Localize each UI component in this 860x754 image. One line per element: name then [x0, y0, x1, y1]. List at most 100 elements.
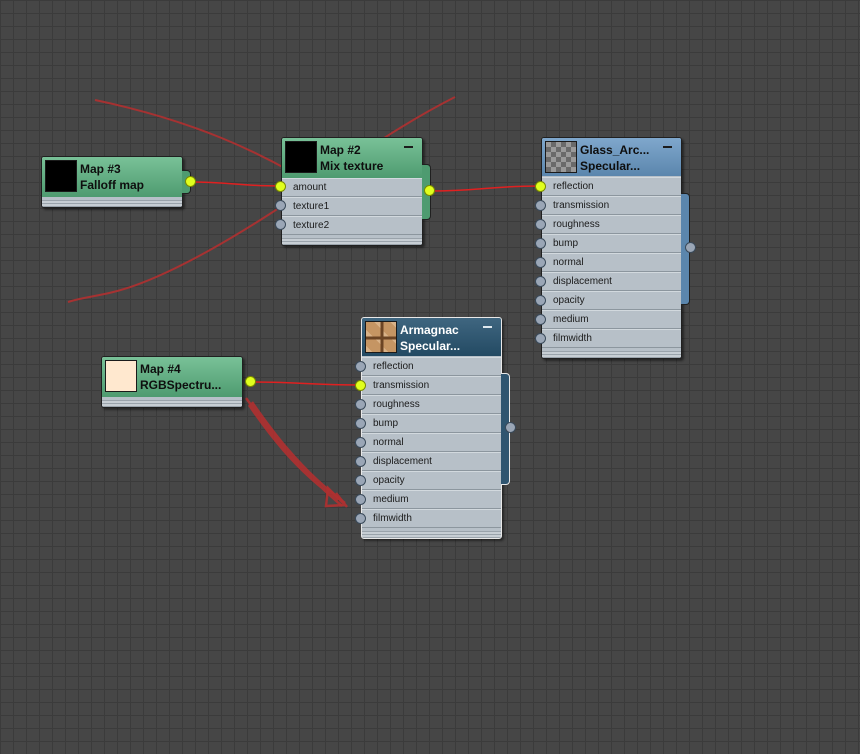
input-socket-texture2[interactable]	[275, 219, 286, 230]
input-slot-normal[interactable]: normal	[362, 433, 501, 452]
input-socket-displacement[interactable]	[355, 456, 366, 467]
input-slot-normal[interactable]: normal	[542, 253, 681, 272]
material-preview-thumbnail	[365, 321, 397, 353]
input-socket-amount[interactable]	[275, 181, 286, 192]
slot-label: filmwidth	[553, 333, 592, 344]
node-header[interactable]: Glass_Arc... Specular...	[542, 138, 681, 176]
node-header[interactable]: Map #2 Mix texture	[282, 138, 422, 178]
output-socket-map3[interactable]	[185, 176, 196, 187]
input-slot-bump[interactable]: bump	[542, 234, 681, 253]
input-socket-filmwidth[interactable]	[355, 513, 366, 524]
input-slot-medium[interactable]: medium	[542, 310, 681, 329]
input-slot-transmission[interactable]: transmission	[542, 196, 681, 215]
input-socket-transmission[interactable]	[355, 380, 366, 391]
input-socket-roughness[interactable]	[355, 399, 366, 410]
node-armagnac-material[interactable]: Armagnac Specular... reflection transmis…	[361, 317, 502, 539]
minimize-icon[interactable]	[663, 146, 672, 148]
input-socket-opacity[interactable]	[535, 295, 546, 306]
slot-label: medium	[373, 494, 409, 505]
input-slot-medium[interactable]: medium	[362, 490, 501, 509]
slot-label: transmission	[553, 200, 610, 211]
node-header[interactable]: Map #4 RGBSpectru...	[102, 357, 242, 397]
node-map2[interactable]: Map #2 Mix texture amount texture1 textu…	[281, 137, 423, 246]
slot-label: bump	[373, 418, 399, 429]
slot-label: reflection	[373, 361, 414, 372]
input-socket-filmwidth[interactable]	[535, 333, 546, 344]
slot-label: displacement	[373, 456, 432, 467]
input-slot-reflection[interactable]: reflection	[362, 357, 501, 376]
node-subtitle: Mix texture	[320, 159, 384, 173]
node-map4[interactable]: Map #4 RGBSpectru...	[101, 356, 243, 408]
input-socket-medium[interactable]	[535, 314, 546, 325]
slot-label: opacity	[553, 295, 585, 306]
slot-label: texture2	[293, 220, 330, 231]
node-subtitle: Falloff map	[80, 178, 145, 192]
material-preview-thumbnail	[545, 141, 577, 173]
input-socket-opacity[interactable]	[355, 475, 366, 486]
map-preview-thumbnail	[105, 360, 137, 392]
node-footer	[282, 238, 422, 245]
input-slot-opacity[interactable]: opacity	[362, 471, 501, 490]
output-socket-armagnac[interactable]	[505, 422, 516, 433]
annotation-arrow-stroke	[244, 397, 346, 507]
output-socket-map2[interactable]	[424, 185, 435, 196]
input-socket-bump[interactable]	[355, 418, 366, 429]
input-slot-roughness[interactable]: roughness	[362, 395, 501, 414]
wire-map3-to-amount	[189, 181, 281, 187]
slot-label: amount	[293, 182, 327, 193]
wire-map2-to-reflection	[429, 185, 541, 192]
minimize-icon[interactable]	[483, 326, 492, 328]
input-slot-texture2[interactable]: texture2	[282, 216, 422, 235]
node-subtitle: Specular...	[400, 339, 461, 353]
slot-label: normal	[553, 257, 584, 268]
slot-label: normal	[373, 437, 404, 448]
map-preview-thumbnail	[45, 160, 77, 192]
node-footer	[42, 200, 182, 207]
input-socket-reflection[interactable]	[535, 181, 546, 192]
node-header[interactable]: Map #3 Falloff map	[42, 157, 182, 197]
input-socket-roughness[interactable]	[535, 219, 546, 230]
slot-label: bump	[553, 238, 579, 249]
input-slot-displacement[interactable]: displacement	[542, 272, 681, 291]
input-socket-reflection[interactable]	[355, 361, 366, 372]
input-slot-texture1[interactable]: texture1	[282, 197, 422, 216]
node-subtitle: RGBSpectru...	[140, 378, 222, 392]
slot-label: roughness	[553, 219, 600, 230]
input-slot-roughness[interactable]: roughness	[542, 215, 681, 234]
input-slot-opacity[interactable]: opacity	[542, 291, 681, 310]
input-slot-displacement[interactable]: displacement	[362, 452, 501, 471]
input-socket-texture1[interactable]	[275, 200, 286, 211]
slot-label: displacement	[553, 276, 612, 287]
slot-label: filmwidth	[373, 513, 412, 524]
slot-label: opacity	[373, 475, 405, 486]
output-socket-glass[interactable]	[685, 242, 696, 253]
input-slot-reflection[interactable]: reflection	[542, 177, 681, 196]
input-socket-transmission[interactable]	[535, 200, 546, 211]
node-header[interactable]: Armagnac Specular...	[362, 318, 501, 356]
input-socket-normal[interactable]	[535, 257, 546, 268]
node-map3[interactable]: Map #3 Falloff map	[41, 156, 183, 208]
node-footer	[362, 531, 501, 538]
node-glass-material[interactable]: Glass_Arc... Specular... reflection tran…	[541, 137, 682, 359]
input-socket-displacement[interactable]	[535, 276, 546, 287]
slot-label: reflection	[553, 181, 594, 192]
node-title: Map #3	[80, 162, 121, 176]
input-socket-medium[interactable]	[355, 494, 366, 505]
node-footer	[542, 351, 681, 358]
input-slot-filmwidth[interactable]: filmwidth	[542, 329, 681, 348]
input-socket-bump[interactable]	[535, 238, 546, 249]
input-slot-bump[interactable]: bump	[362, 414, 501, 433]
output-socket-map4[interactable]	[245, 376, 256, 387]
node-subtitle: Specular...	[580, 159, 641, 173]
slot-label: texture1	[293, 201, 330, 212]
slot-label: medium	[553, 314, 589, 325]
input-slot-filmwidth[interactable]: filmwidth	[362, 509, 501, 528]
slot-label: transmission	[373, 380, 430, 391]
wire-map4-to-transmission	[249, 381, 361, 386]
node-footer	[102, 400, 242, 407]
minimize-icon[interactable]	[404, 146, 413, 148]
input-slot-transmission[interactable]: transmission	[362, 376, 501, 395]
input-slot-amount[interactable]: amount	[282, 178, 422, 197]
input-socket-normal[interactable]	[355, 437, 366, 448]
slot-label: roughness	[373, 399, 420, 410]
